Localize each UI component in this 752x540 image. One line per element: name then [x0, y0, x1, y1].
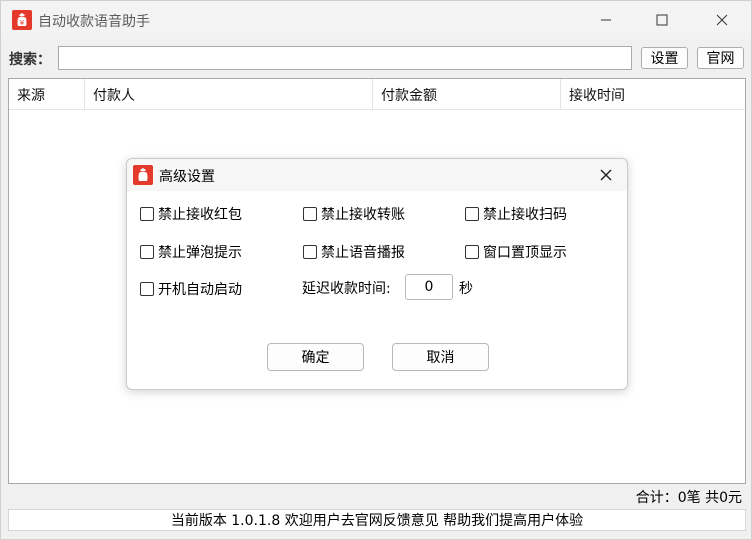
title-bar[interactable]: ¥ 自动收款语音助手: [1, 1, 751, 39]
app-logo-icon: ¥: [12, 10, 32, 30]
column-header-time[interactable]: 接收时间: [561, 79, 747, 110]
svg-text:¥: ¥: [20, 19, 25, 27]
checkbox-box[interactable]: [465, 207, 479, 221]
delay-input[interactable]: [405, 274, 453, 300]
checkbox-block-popup[interactable]: 禁止弹泡提示: [140, 242, 242, 262]
column-header-amount[interactable]: 付款金额: [373, 79, 561, 110]
column-header-source[interactable]: 来源: [9, 79, 85, 110]
close-icon: [716, 14, 728, 26]
checkbox-label: 禁止弹泡提示: [158, 245, 242, 261]
checkbox-label: 禁止接收红包: [158, 207, 242, 223]
column-header-payer[interactable]: 付款人: [85, 79, 373, 110]
table-header: 来源 付款人 付款金额 接收时间: [9, 79, 745, 110]
summary-total: 合计：0笔 共0元: [635, 490, 742, 506]
status-bar: 当前版本 1.0.1.8 欢迎用户去官网反馈意见 帮助我们提高用户体验: [8, 509, 746, 531]
checkbox-label: 窗口置顶显示: [483, 245, 567, 261]
dialog-title: 高级设置: [159, 169, 215, 185]
checkbox-label: 禁止接收扫码: [483, 207, 567, 223]
checkbox-label: 开机自动启动: [158, 282, 242, 298]
checkbox-label: 禁止接收转账: [321, 207, 405, 223]
dialog-title-bar[interactable]: 高级设置: [127, 159, 627, 191]
checkbox-box[interactable]: [140, 207, 154, 221]
maximize-button[interactable]: [637, 1, 687, 39]
checkbox-box[interactable]: [303, 207, 317, 221]
minimize-icon: [601, 19, 611, 21]
status-text: 当前版本 1.0.1.8 欢迎用户去官网反馈意见 帮助我们提高用户体验: [170, 513, 584, 529]
checkbox-label: 禁止语音播报: [321, 245, 405, 261]
checkbox-box[interactable]: [140, 282, 154, 296]
search-label: 搜索：: [9, 52, 51, 68]
close-icon: [600, 169, 612, 181]
maximize-icon: [656, 14, 668, 26]
window-title: 自动收款语音助手: [38, 14, 150, 30]
cancel-button[interactable]: 取消: [392, 343, 489, 371]
close-button[interactable]: [697, 1, 747, 39]
ok-button[interactable]: 确定: [267, 343, 364, 371]
search-input[interactable]: [58, 46, 632, 70]
checkbox-block-red-packet[interactable]: 禁止接收红包: [140, 204, 242, 224]
checkbox-auto-start[interactable]: 开机自动启动: [140, 279, 242, 299]
checkbox-always-on-top[interactable]: 窗口置顶显示: [465, 242, 567, 262]
checkbox-box[interactable]: [303, 245, 317, 259]
dialog-close-button[interactable]: [595, 164, 617, 186]
advanced-settings-dialog: 高级设置 禁止接收红包 禁止接收转账 禁止接收扫码 禁止弹泡提示 禁止语音播报: [126, 158, 628, 390]
minimize-button[interactable]: [581, 1, 631, 39]
checkbox-box[interactable]: [140, 245, 154, 259]
dialog-logo-icon: [133, 165, 153, 185]
settings-button[interactable]: 设置: [641, 47, 688, 69]
checkbox-block-scan[interactable]: 禁止接收扫码: [465, 204, 567, 224]
checkbox-block-voice[interactable]: 禁止语音播报: [303, 242, 405, 262]
checkbox-box[interactable]: [465, 245, 479, 259]
official-site-button[interactable]: 官网: [697, 47, 744, 69]
checkbox-block-transfer[interactable]: 禁止接收转账: [303, 204, 405, 224]
delay-unit: 秒: [459, 281, 473, 297]
search-bar: 搜索： 设置 官网: [1, 44, 751, 74]
main-window: ¥ 自动收款语音助手 搜索： 设置 官网 来源 付款人 付款金额 接收时间 合计…: [0, 0, 752, 540]
delay-label: 延迟收款时间:: [302, 281, 391, 297]
